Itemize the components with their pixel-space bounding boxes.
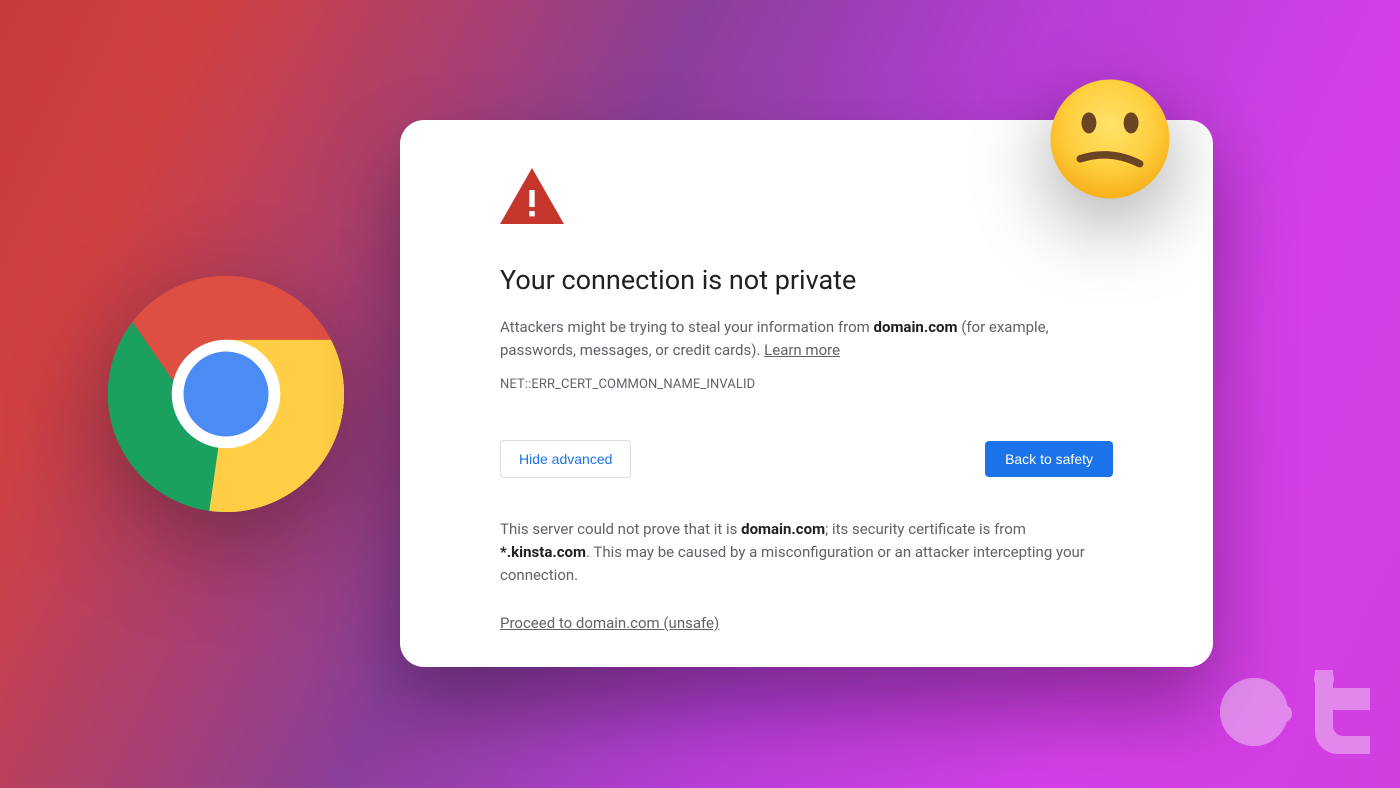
- adv-prefix: This server could not prove that it is: [500, 520, 741, 538]
- back-to-safety-button[interactable]: Back to safety: [985, 441, 1113, 477]
- body-prefix: Attackers might be trying to steal your …: [500, 318, 874, 336]
- button-row: Hide advanced Back to safety: [500, 440, 1113, 478]
- gt-watermark-icon: [1220, 670, 1370, 758]
- error-code: NET::ERR_CERT_COMMON_NAME_INVALID: [500, 377, 1113, 392]
- adv-cert: *.kinsta.com: [500, 543, 586, 561]
- advanced-explanation: This server could not prove that it is d…: [500, 518, 1113, 588]
- chrome-logo-icon: [108, 276, 344, 512]
- warning-body-text: Attackers might be trying to steal your …: [500, 316, 1113, 363]
- page-title: Your connection is not private: [500, 264, 1113, 296]
- warning-triangle-icon: [500, 168, 1113, 228]
- confused-face-icon: [1048, 77, 1172, 201]
- body-domain: domain.com: [874, 318, 958, 336]
- adv-suffix: . This may be caused by a misconfigurati…: [500, 543, 1085, 584]
- adv-mid: ; its security certificate is from: [825, 520, 1026, 538]
- adv-domain: domain.com: [741, 520, 825, 538]
- proceed-unsafe-link[interactable]: Proceed to domain.com (unsafe): [500, 614, 719, 632]
- ssl-error-card: Your connection is not private Attackers…: [400, 120, 1213, 667]
- hide-advanced-button[interactable]: Hide advanced: [500, 440, 631, 478]
- learn-more-link[interactable]: Learn more: [764, 341, 840, 359]
